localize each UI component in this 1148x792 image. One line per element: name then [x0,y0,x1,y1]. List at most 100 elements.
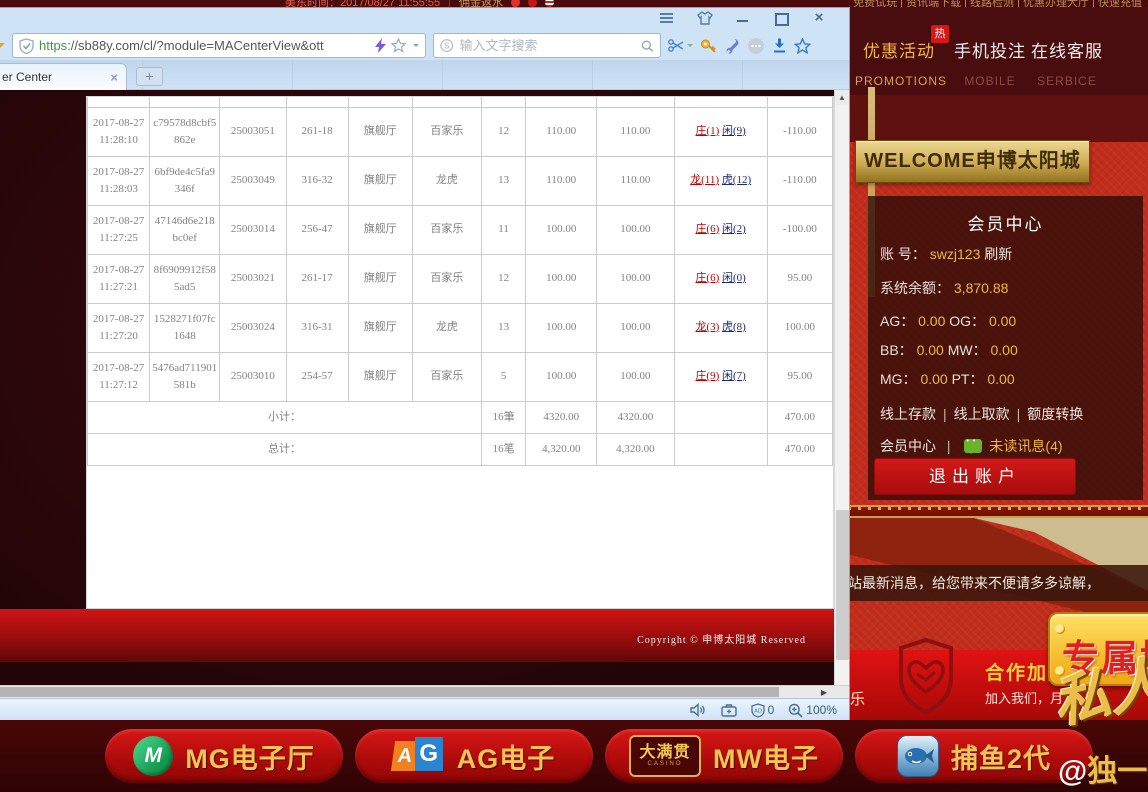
table-row: 2017-08-27 11:27:2547146d6e218bc0ef25003… [88,205,833,254]
password-key-icon[interactable] [700,38,717,54]
url-text[interactable]: https://sb88y.com/cl/?module=MACenterVie… [39,38,370,53]
vertical-scrollbar[interactable]: ▲ [834,90,849,685]
sidebar-dark-band [848,95,1148,142]
url-rest: ://sb88y.com/cl/?module=MACenterView&ott [67,38,323,53]
cell-bet: 110.00 [526,156,597,205]
cell-result[interactable]: 庄(9) 闲(7) [674,352,767,401]
cell-result[interactable]: 庄(6) 闲(2) [674,205,767,254]
cell-tableno: 261-17 [286,254,348,303]
balance-value: 3,870.88 [954,280,1009,296]
nav-promotions[interactable]: 优惠活动 PROMOTIONS [855,37,943,88]
cell-result[interactable]: 庄(6) 闲(0) [674,254,767,303]
game-mw-button[interactable]: 大满贯 CASINO MW电子 [605,729,843,783]
cell-result[interactable]: 龙(11) 虎(12) [674,156,767,205]
nav-service[interactable]: 在线客服 SERBICE [1026,37,1108,88]
nav-mobile[interactable]: 手机投注 MOBILE [950,37,1030,88]
commission-link[interactable]: 佣金返水 [459,0,503,7]
minimize-button[interactable] [735,11,751,25]
scissors-dropdown-icon[interactable] [687,44,693,50]
cell-hall: 旗舰厅 [348,205,412,254]
refresh-link[interactable]: 刷新 [984,246,1012,262]
tools-wrench-icon[interactable] [724,38,740,54]
unread-messages-link[interactable]: 未读讯息(4) [989,438,1062,454]
zoom-control[interactable]: 100% [788,703,837,718]
bet-table: 2017-08-27 11:28:10c79578d8cbf5862e25003… [87,97,833,466]
ad-shield-icon: AD [751,703,765,718]
hot-badge: 热 [931,25,949,43]
maximize-button[interactable] [773,11,789,25]
cell-result[interactable]: 庄(1) 闲(9) [674,107,767,156]
cell-valid: 110.00 [597,156,674,205]
address-bar[interactable]: https://sb88y.com/cl/?module=MACenterVie… [12,33,426,58]
game-ag-button[interactable]: AG AG电子 [355,729,593,783]
screenshot-scissors-icon[interactable] [668,38,693,53]
cell-time: 2017-08-27 11:27:20 [88,303,150,352]
cell-tableno: 316-32 [286,156,348,205]
subtotal-label: 小计： [88,401,482,433]
toolbox-icon[interactable] [721,703,737,717]
sidebar-nav: 优惠活动 PROMOTIONS 热 手机投注 MOBILE 在线客服 SERBI… [848,7,1148,95]
url-dropdown-icon[interactable] [413,44,419,50]
scroll-up-icon[interactable]: ▲ [835,90,849,105]
browser-titlebar[interactable]: × [0,8,849,31]
more-options-icon[interactable] [747,37,765,55]
game-mg-button[interactable]: M MG电子厅 [105,729,343,783]
skin-icon[interactable] [697,11,713,25]
flag-us-icon[interactable] [545,0,554,7]
close-button[interactable]: × [811,11,827,25]
member-center-link[interactable]: 会员中心 [880,438,936,454]
cell-hash: 47146d6e218bc0ef [150,205,220,254]
horizontal-scrollbar[interactable]: ▶ [0,685,849,698]
flag-cn-icon[interactable] [511,0,520,7]
browser-statusbar: AD 0 100% [0,698,849,721]
favorite-star-icon[interactable] [391,38,406,53]
new-tab-button[interactable]: + [136,67,163,86]
withdraw-link[interactable]: 线上取款 [954,406,1010,422]
total-count: 16笔 [482,433,526,465]
game-bar: M MG电子厅 AG AG电子 大满贯 CASINO MW电子 [0,720,1148,792]
vertical-scroll-thumb[interactable] [836,510,849,660]
top-links[interactable]: 免费试玩 | 资讯端下载 | 线路检测 | 优惠办理大厅 | 快速充值 [853,0,1142,7]
cell-winloss: -110.00 [767,107,832,156]
cell-result[interactable]: 龙(3) 虎(8) [674,303,767,352]
site-shield-icon [19,38,34,54]
browser-menu-icon[interactable] [659,11,675,25]
lightning-icon[interactable] [375,38,386,53]
transfer-link[interactable]: 额度转换 [1027,406,1083,422]
search-icon[interactable] [641,39,654,53]
fish-logo-icon [897,735,939,777]
cell-tableno: 261-18 [286,107,348,156]
tab-member-center[interactable]: er Center × [0,63,127,90]
back-dropdown-icon[interactable] [0,43,5,53]
ag-logo-icon: AG [393,737,445,775]
mute-speaker-icon[interactable] [690,703,707,717]
subtotal-winloss: 470.00 [767,401,832,433]
cell-betno[interactable]: 25003049 [220,156,286,205]
tab-strip: er Center × + [0,60,849,90]
tab-close-icon[interactable]: × [110,70,118,85]
cell-betno[interactable]: 25003010 [220,352,286,401]
search-box[interactable]: S [433,33,661,58]
cell-tableno: 254-57 [286,352,348,401]
logout-button[interactable]: 退出账户 [874,458,1076,495]
clipped-char: 乐 [850,688,865,709]
deposit-link[interactable]: 线上存款 [880,406,936,422]
flag-hk-icon[interactable] [528,0,537,7]
search-engine-icon: S [440,38,453,53]
welcome-banner: WELCOME申博太阳城 [855,140,1090,183]
cell-round: 13 [482,303,526,352]
cell-hall: 旗舰厅 [348,156,412,205]
cell-betno[interactable]: 25003014 [220,205,286,254]
svg-text:S: S [444,41,449,50]
cell-valid: 110.00 [597,107,674,156]
cell-betno[interactable]: 25003024 [220,303,286,352]
search-input[interactable] [459,38,635,53]
bookmark-star-icon[interactable] [794,38,811,54]
download-icon[interactable] [772,38,787,54]
cell-betno[interactable]: 25003021 [220,254,286,303]
horizontal-scroll-thumb[interactable] [0,687,779,697]
scroll-right-icon[interactable]: ▶ [816,687,832,698]
svg-text:AD: AD [754,708,762,714]
cell-betno[interactable]: 25003051 [220,107,286,156]
ad-block-counter[interactable]: AD 0 [751,703,775,718]
